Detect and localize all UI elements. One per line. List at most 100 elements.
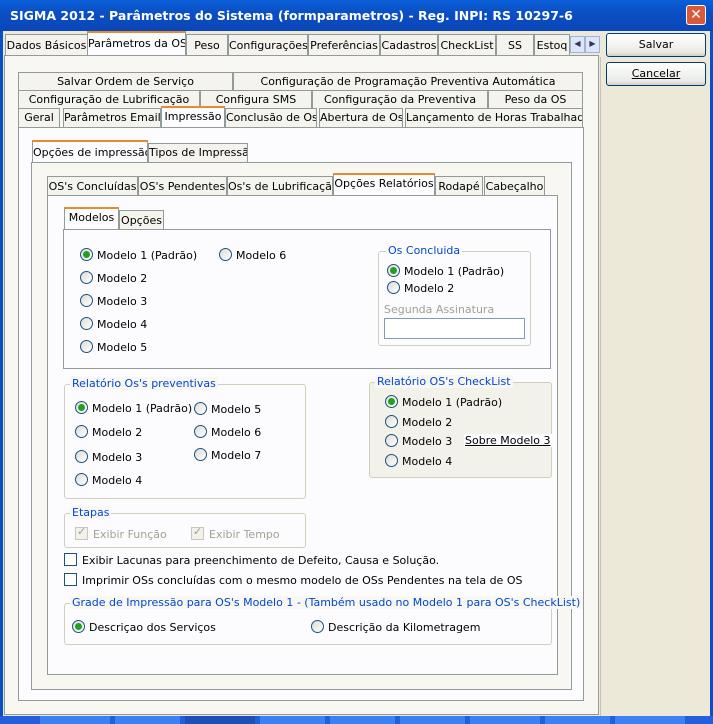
radio-dot-checked — [387, 264, 400, 277]
radio-check-modelo-3[interactable]: Modelo 3 — [385, 434, 452, 450]
radio-check-modelo-1[interactable]: Modelo 1 (Padrão) — [385, 395, 502, 411]
exibir-lacunas-checkbox[interactable]: Exibir Lacunas para preenchimento de Def… — [64, 553, 439, 569]
radio-label: Modelo 1 (Padrão) — [92, 402, 193, 415]
os-concluida-title: Os Concluida — [386, 244, 463, 257]
radio-dot — [75, 473, 88, 486]
radio-dot — [387, 281, 400, 294]
radio-prev-modelo-4[interactable]: Modelo 4 — [75, 473, 142, 489]
radio-prev-modelo-5[interactable]: Modelo 5 — [194, 402, 261, 418]
radio-dot — [75, 425, 88, 438]
checkbox-label: Exibir Lacunas para preenchimento de Def… — [82, 554, 440, 567]
cancel-button[interactable]: Cancelar — [606, 62, 706, 86]
checkbox-label: Imprimir OSs concluídas com o mesmo mode… — [82, 574, 523, 587]
tab-impressao[interactable]: Impressão — [161, 106, 225, 128]
radio-prev-modelo-6[interactable]: Modelo 6 — [194, 425, 261, 441]
tab-opcoes-relatorios[interactable]: Opções Relatórios — [333, 173, 435, 197]
tab-scroll-left-icon[interactable]: ◀ — [570, 36, 585, 53]
tab-rodape[interactable]: Rodapé — [435, 176, 483, 196]
tab-opcoes-impressao[interactable]: Opções de impressão — [32, 140, 148, 164]
save-button[interactable]: Salvar — [606, 33, 706, 57]
radio-prev-modelo-7[interactable]: Modelo 7 — [194, 448, 261, 464]
radio-concluida-modelo-1[interactable]: Modelo 1 (Padrão) — [387, 264, 504, 280]
tab-lancamento-horas[interactable]: Lançamento de Horas Trabalhadas — [405, 108, 583, 127]
tab-scroll-right-icon[interactable]: ▶ — [585, 36, 600, 53]
radio-modelo-1[interactable]: Modelo 1 (Padrão) — [80, 248, 197, 264]
taskbar-item[interactable] — [400, 716, 465, 724]
radio-modelo-2[interactable]: Modelo 2 — [80, 271, 147, 287]
tab-abertura-os[interactable]: Abertura de Os — [319, 108, 403, 127]
radio-label: Modelo 6 — [211, 426, 262, 439]
radio-modelo-5[interactable]: Modelo 5 — [80, 340, 147, 356]
radio-modelo-3[interactable]: Modelo 3 — [80, 294, 147, 310]
radio-descricao-servicos[interactable]: Descriçao dos Serviços — [72, 620, 216, 636]
tab-dados-basicos[interactable]: Dados Básicos — [5, 34, 88, 56]
tab-modelos[interactable]: Modelos — [64, 207, 119, 231]
tab-cadastros[interactable]: Cadastros — [380, 34, 438, 56]
tab-estoque[interactable]: Estoq — [534, 34, 570, 56]
tab-salvar-ordem[interactable]: Salvar Ordem de Serviço — [18, 72, 233, 91]
taskbar-item[interactable] — [185, 716, 255, 724]
tab-checklist[interactable]: CheckList — [438, 34, 496, 56]
tab-conclusao-os[interactable]: Conclusão de Os — [225, 108, 317, 127]
radio-label: Modelo 5 — [97, 341, 148, 354]
tab-tipos-impressao[interactable]: Tipos de Impressão — [148, 143, 248, 162]
radio-descricao-kilometragem[interactable]: Descrição da Kilometragem — [311, 620, 480, 636]
radio-label: Modelo 2 — [97, 272, 148, 285]
taskbar-item[interactable] — [470, 716, 540, 724]
radio-dot — [311, 620, 324, 633]
radio-dot — [194, 402, 207, 415]
tab-geral[interactable]: Geral — [18, 108, 60, 127]
checkbox-box-checked — [75, 525, 88, 540]
taskbar-item[interactable] — [115, 716, 180, 724]
taskbar-item[interactable] — [330, 716, 395, 724]
tab-config-programacao[interactable]: Configuração de Programação Preventiva A… — [233, 72, 583, 91]
radio-prev-modelo-2[interactable]: Modelo 2 — [75, 425, 142, 441]
radio-label: Modelo 3 — [92, 451, 143, 464]
radio-concluida-modelo-2[interactable]: Modelo 2 — [387, 281, 454, 297]
sobre-modelo-3-link[interactable]: Sobre Modelo 3 — [464, 434, 552, 447]
divider — [600, 57, 601, 717]
imprimir-os-checkbox[interactable]: Imprimir OSs concluídas com o mesmo mode… — [64, 573, 522, 589]
tab-ss[interactable]: SS — [496, 34, 534, 56]
tab-preferencias[interactable]: Preferências — [308, 34, 380, 56]
taskbar-item[interactable] — [40, 716, 110, 724]
radio-dot — [219, 248, 232, 261]
tab-peso-os[interactable]: Peso da OS — [488, 90, 583, 109]
radio-modelo-4[interactable]: Modelo 4 — [80, 317, 147, 333]
taskbar-item[interactable] — [545, 716, 610, 724]
tab-cabecalho[interactable]: Cabeçalho — [484, 176, 545, 196]
exibir-tempo-checkbox[interactable]: Exibir Tempo — [191, 525, 280, 543]
segunda-assinatura-input[interactable] — [384, 318, 525, 339]
radio-label: Modelo 4 — [402, 455, 453, 468]
taskbar-item[interactable] — [615, 716, 685, 724]
tab-os-concluidas[interactable]: OS's Concluídas — [47, 176, 138, 196]
close-icon[interactable]: ✕ — [686, 5, 706, 25]
radio-label: Descrição da Kilometragem — [328, 621, 481, 634]
tab-parametros-os[interactable]: Parâmetros da OS — [87, 31, 186, 55]
radio-check-modelo-2[interactable]: Modelo 2 — [385, 415, 452, 431]
tab-peso[interactable]: Peso — [186, 34, 228, 56]
radio-label: Modelo 1 (Padrão) — [402, 396, 503, 409]
tab-os-pendentes[interactable]: OS's Pendentes — [138, 176, 227, 196]
tab-parametros-email[interactable]: Parâmetros Email — [63, 108, 161, 127]
title-bar: SIGMA 2012 - Parâmetros do Sistema (form… — [0, 0, 713, 31]
radio-prev-modelo-3[interactable]: Modelo 3 — [75, 450, 142, 466]
radio-check-modelo-4[interactable]: Modelo 4 — [385, 454, 452, 470]
tab-configuracoes[interactable]: Configurações — [228, 34, 308, 56]
radio-label: Modelo 7 — [211, 449, 262, 462]
radio-dot-checked — [75, 401, 88, 414]
taskbar-item[interactable] — [260, 716, 325, 724]
tab-opcoes[interactable]: Opções — [119, 210, 164, 230]
tab-os-lubrificacao[interactable]: Os's de Lubrificação — [227, 176, 333, 196]
radio-prev-modelo-1[interactable]: Modelo 1 (Padrão) — [75, 401, 192, 417]
radio-label: Modelo 5 — [211, 403, 262, 416]
tab-config-preventiva[interactable]: Configuração da Preventiva — [312, 90, 488, 109]
segunda-assinatura-label: Segunda Assinatura — [384, 303, 495, 316]
radio-label: Modelo 3 — [97, 295, 148, 308]
radio-dot — [80, 271, 93, 284]
radio-dot — [385, 454, 398, 467]
exibir-funcao-checkbox[interactable]: Exibir Função — [75, 525, 167, 543]
radio-dot — [194, 425, 207, 438]
radio-dot — [80, 294, 93, 307]
radio-modelo-6[interactable]: Modelo 6 — [219, 248, 286, 264]
